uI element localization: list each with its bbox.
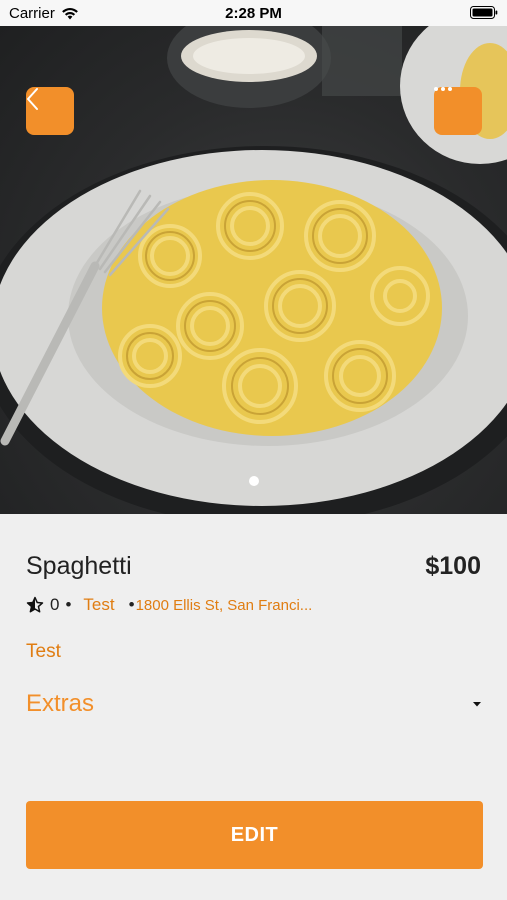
spaghetti-photo: [0, 26, 507, 514]
hero-image[interactable]: [0, 26, 507, 514]
vendor-link[interactable]: Test: [83, 595, 114, 615]
address-bullet: •: [128, 595, 135, 614]
edit-button[interactable]: EDIT: [26, 801, 483, 869]
rating-value: 0: [50, 595, 60, 614]
item-meta-row: 0 • Test • 1800 Ellis St, San Franci...: [26, 594, 312, 616]
item-description: Test: [26, 641, 61, 662]
chevron-left-icon: [27, 88, 38, 110]
page-indicator-dot[interactable]: [249, 476, 259, 486]
extras-dropdown-label[interactable]: Extras: [26, 690, 94, 718]
battery-icon: [470, 6, 498, 19]
back-button[interactable]: [26, 87, 74, 135]
ellipsis-icon: [434, 87, 452, 91]
meta-separator: •: [65, 595, 72, 614]
half-star-icon: [26, 596, 44, 613]
item-price: $100: [425, 552, 481, 580]
address-link[interactable]: 1800 Ellis St, San Franci...: [136, 597, 313, 614]
more-options-button[interactable]: [434, 87, 482, 135]
caret-down-icon[interactable]: [472, 700, 482, 708]
item-name: Spaghetti: [26, 552, 132, 580]
status-bar: Carrier 2:28 PM: [0, 0, 507, 26]
status-time: 2:28 PM: [225, 5, 282, 22]
